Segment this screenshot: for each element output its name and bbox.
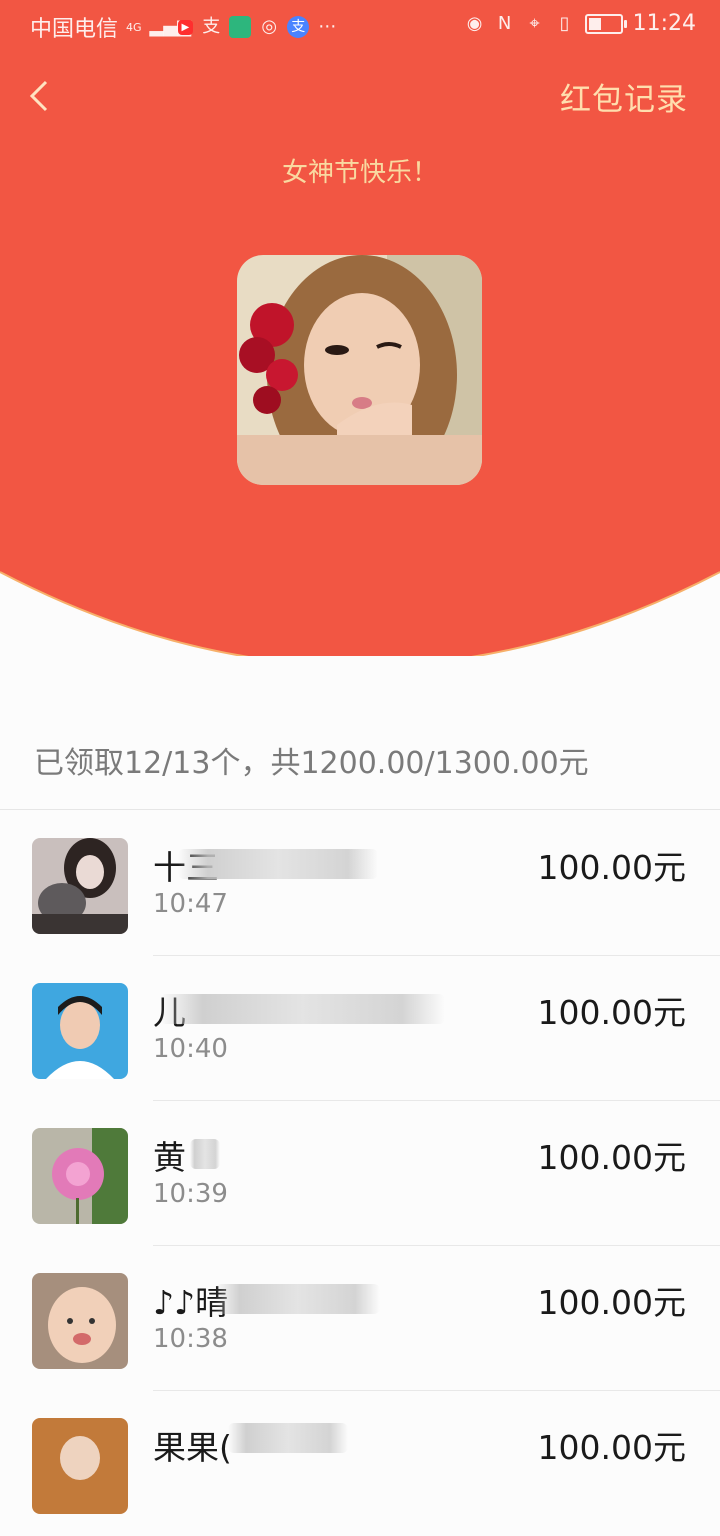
- summary-text: 已领取12/13个，共1200.00/1300.00元: [34, 746, 589, 781]
- recipient-row[interactable]: 儿 10:40 100.00元: [0, 956, 720, 1101]
- location-icon: ⌖: [529, 12, 540, 34]
- recipient-row[interactable]: 十三 10:47 100.00元: [0, 811, 720, 956]
- name-mosaic: [228, 1423, 348, 1453]
- name-mosaic: [190, 1139, 220, 1169]
- signal-icon: ▂▄▆: [149, 16, 192, 37]
- recipient-avatar: [32, 1128, 128, 1224]
- clock: 11:24: [632, 11, 696, 36]
- carrier-label: 中国电信: [30, 17, 119, 42]
- recipient-name: 果果(: [153, 1428, 232, 1467]
- more-notifications-icon: ⋯: [318, 16, 337, 37]
- app-notification-icon: ▶: [177, 19, 194, 35]
- name-mosaic: [215, 1284, 380, 1314]
- recipient-time: 10:40: [153, 1034, 228, 1064]
- recipient-amount: 100.00元: [537, 1283, 686, 1322]
- wireless-icon: ◎: [261, 16, 278, 37]
- alipay-icon: 支: [287, 16, 310, 38]
- red-packet-records-link[interactable]: 红包记录: [560, 74, 688, 119]
- recipient-amount: 100.00元: [537, 1428, 686, 1467]
- shield-icon: [229, 16, 252, 38]
- recipient-amount: 100.00元: [537, 1138, 686, 1177]
- recipient-avatar: [32, 983, 128, 1079]
- vibrate-icon: ▯: [559, 12, 570, 34]
- status-bar: 中国电信 4G ▂▄▆ ▶ 支 ◎ 支 ⋯ ◉ N ⌖ ▯ 11:24: [0, 0, 720, 50]
- recipient-avatar: [32, 838, 128, 934]
- recipient-amount: 100.00元: [537, 848, 686, 887]
- back-arrow-icon: [29, 80, 48, 112]
- greeting-message: 女神节快乐！: [281, 158, 438, 188]
- name-mosaic: [160, 994, 445, 1024]
- recipient-row[interactable]: ♪♪晴 10:38 100.00元: [0, 1246, 720, 1391]
- recipient-name: 黄: [153, 1138, 186, 1177]
- alipay-outline-icon: 支: [202, 16, 221, 37]
- name-mosaic: [178, 849, 378, 879]
- eye-icon: ◉: [466, 12, 483, 34]
- recipient-avatar: [32, 1273, 128, 1369]
- battery-icon: [584, 13, 627, 34]
- back-button[interactable]: [20, 72, 60, 120]
- network-label: 4G: [126, 20, 142, 34]
- recipient-amount: 100.00元: [537, 993, 686, 1032]
- summary-divider: [0, 809, 720, 810]
- nfc-icon: N: [497, 12, 512, 34]
- recipient-row[interactable]: 黄 10:39 100.00元: [0, 1101, 720, 1246]
- recipient-avatar: [32, 1418, 128, 1514]
- recipient-time: 10:47: [153, 889, 228, 919]
- recipient-row[interactable]: 果果( 100.00元: [0, 1391, 720, 1536]
- recipient-time: 10:39: [153, 1179, 228, 1209]
- sender-avatar: [237, 255, 482, 485]
- recipient-time: 10:38: [153, 1324, 228, 1354]
